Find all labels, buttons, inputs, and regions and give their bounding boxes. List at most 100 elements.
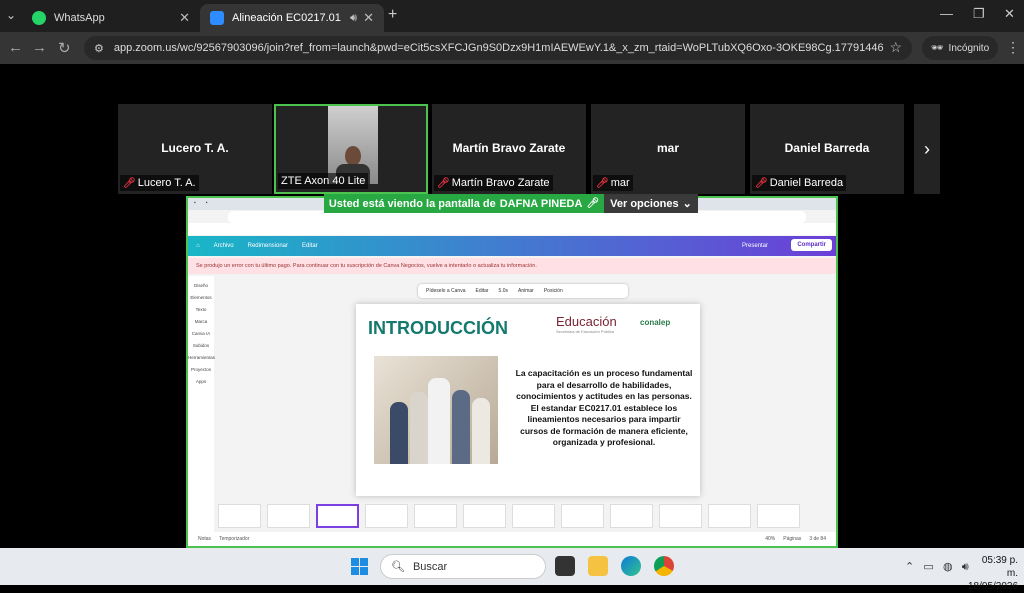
task-view-icon[interactable] (555, 556, 575, 576)
slide-thumbnail[interactable] (218, 504, 261, 528)
speaker-icon[interactable]: 🔊︎ (350, 12, 357, 25)
edit-button[interactable]: Editar (475, 288, 488, 294)
position-button[interactable]: Posición (544, 288, 563, 294)
participant-name: Martín Bravo Zarate (452, 141, 566, 155)
timer-button[interactable]: Temporizador (219, 536, 249, 542)
slide-thumbnail[interactable] (610, 504, 653, 528)
participant-strip: Lucero T. A. 🎤︎ Lucero T. A. ZTE Axon 40 … (0, 104, 1024, 194)
canva-menu-edit[interactable]: Editar (302, 243, 318, 249)
close-icon[interactable]: ✕ (179, 10, 190, 26)
url-bar[interactable]: ⚙ app.zoom.us/wc/92567903096/join?ref_fr… (84, 36, 912, 60)
chrome-icon[interactable] (654, 556, 674, 576)
participant-label-text: Martín Bravo Zarate (451, 177, 550, 189)
forward-icon[interactable]: → (32, 39, 47, 56)
participant-label: 🎤︎ mar (593, 175, 633, 191)
slide-canvas[interactable]: INTRODUCCIÓN Educación Secretaría de Educ… (356, 304, 700, 496)
search-icon: 🔍︎ (391, 561, 405, 573)
animate-button[interactable]: Animar (518, 288, 534, 294)
canva-share-button[interactable]: Compartir (791, 239, 832, 251)
duration-button[interactable]: 5.0s (499, 288, 508, 294)
slide-thumbnail[interactable] (365, 504, 408, 528)
taskbar-search[interactable]: 🔍︎ Buscar (380, 554, 546, 579)
slide-thumbnail[interactable] (267, 504, 310, 528)
sidebar-item-elements[interactable]: Elementos (188, 295, 214, 300)
tab-search-icon[interactable]: ⌄ (0, 4, 22, 26)
participant-tile[interactable]: mar 🎤︎ mar (591, 104, 745, 194)
sidebar-item-apps[interactable]: Apps (188, 379, 214, 384)
address-bar-row: ← → ↻ ⚙ app.zoom.us/wc/92567903096/join?… (0, 32, 1024, 64)
mic-muted-icon: 🎤︎ (123, 177, 136, 189)
reload-icon[interactable]: ↻ (58, 39, 71, 57)
canva-present-button[interactable]: Presentar (742, 243, 768, 249)
participant-tile-active[interactable]: ZTE Axon 40 Lite (274, 104, 428, 194)
slide-thumbnail[interactable] (561, 504, 604, 528)
taskbar-clock[interactable]: 05:39 p. m. 18/05/2026 (968, 554, 1018, 593)
slide-thumbnail-selected[interactable] (316, 504, 359, 528)
clock-time: 05:39 p. m. (981, 555, 1018, 579)
shared-tab: ▪ (194, 200, 196, 206)
tab-label: WhatsApp (54, 12, 105, 24)
sidebar-item-projects[interactable]: Proyectos (188, 367, 214, 372)
canva-home-icon[interactable]: ⌂ (196, 243, 200, 249)
participant-tile[interactable]: Martín Bravo Zarate 🎤︎ Martín Bravo Zarat… (432, 104, 586, 194)
browser-menu-icon[interactable]: ⋮ (1006, 39, 1020, 56)
page-counter: 3 de 84 (809, 536, 826, 542)
slide-thumbnail[interactable] (512, 504, 555, 528)
ask-canva-button[interactable]: Pídeselo a Canva (426, 288, 465, 294)
windows-start-icon[interactable] (351, 558, 368, 575)
system-tray[interactable]: ⌃ ▭ ◍ 🔊︎ (905, 560, 969, 574)
participant-label-text: Lucero T. A. (137, 177, 196, 189)
slide-thumbnail[interactable] (414, 504, 457, 528)
new-tab-button[interactable]: + (388, 6, 397, 24)
sidebar-item-brand[interactable]: Marca (188, 319, 214, 324)
sidebar-item-canva-ai[interactable]: Canva IA (188, 331, 214, 336)
participant-tile[interactable]: Lucero T. A. 🎤︎ Lucero T. A. (118, 104, 272, 194)
bookmark-star-icon[interactable]: ☆ (889, 39, 902, 56)
window-close-icon[interactable]: ✕ (1004, 6, 1015, 22)
edge-icon[interactable] (621, 556, 641, 576)
photo-figure (410, 392, 428, 464)
slide-thumbnail[interactable] (708, 504, 751, 528)
browser-tab-bar: ⌄ WhatsApp ✕ Alineación EC0217.01 🔊︎ ✕ +… (0, 0, 1024, 32)
sidebar-item-design[interactable]: Diseño (188, 283, 214, 288)
back-icon[interactable]: ← (8, 39, 23, 56)
file-explorer-icon[interactable] (588, 556, 608, 576)
participant-name: Lucero T. A. (161, 141, 229, 155)
url-text[interactable]: app.zoom.us/wc/92567903096/join?ref_from… (114, 42, 884, 54)
participant-label: ZTE Axon 40 Lite (278, 173, 369, 189)
canva-error-banner: Se produjo un error con tu último pago. … (188, 258, 836, 274)
mic-muted-icon: 🎤︎ (596, 177, 609, 189)
next-page-arrow-icon[interactable]: › (914, 104, 940, 194)
canva-menu-file[interactable]: Archivo (214, 243, 234, 249)
photo-figure (428, 378, 450, 464)
close-icon[interactable]: ✕ (363, 10, 374, 26)
restore-icon[interactable]: ❐ (973, 6, 985, 22)
view-options-button[interactable]: Ver opciones ⌄ (604, 194, 698, 213)
site-info-icon[interactable]: ⚙ (94, 42, 104, 55)
logo-conalep: conalep (640, 318, 671, 327)
slide-paragraph: La capacitación es un proceso fundamenta… (515, 368, 693, 447)
participant-label: 🎤︎ Daniel Barreda (752, 175, 847, 191)
notes-button[interactable]: Notas (198, 536, 211, 542)
team-photo (374, 356, 498, 464)
logo-educacion-subtext: Secretaría de Educación Pública (556, 329, 615, 334)
sidebar-item-text[interactable]: Texto (188, 307, 214, 312)
participant-label-text: mar (610, 177, 630, 189)
participant-tile[interactable]: Daniel Barreda 🎤︎ Daniel Barreda (750, 104, 904, 194)
chevron-down-icon: ⌄ (682, 198, 692, 210)
slide-thumbnail[interactable] (757, 504, 800, 528)
slide-thumbnail[interactable] (659, 504, 702, 528)
footer-right: 40% Páginas 3 de 84 (765, 536, 826, 542)
sidebar-item-tools[interactable]: Herramientas (188, 355, 215, 360)
minimize-icon[interactable]: — (940, 6, 953, 21)
sidebar-item-uploads[interactable]: Subidos (188, 343, 214, 348)
incognito-badge[interactable]: 🕶︎ Incógnito (922, 36, 998, 60)
participant-label: 🎤︎ Lucero T. A. (120, 175, 199, 191)
tab-zoom-meeting[interactable]: Alineación EC0217.01 🔊︎ ✕ (200, 4, 384, 32)
slide-thumbnail[interactable] (463, 504, 506, 528)
zoom-level[interactable]: 40% (765, 536, 775, 542)
canva-menu-resize[interactable]: Redimensionar (248, 243, 288, 249)
tab-whatsapp[interactable]: WhatsApp ✕ (22, 4, 200, 32)
photo-figure (452, 390, 470, 464)
pages-button[interactable]: Páginas (783, 536, 801, 542)
